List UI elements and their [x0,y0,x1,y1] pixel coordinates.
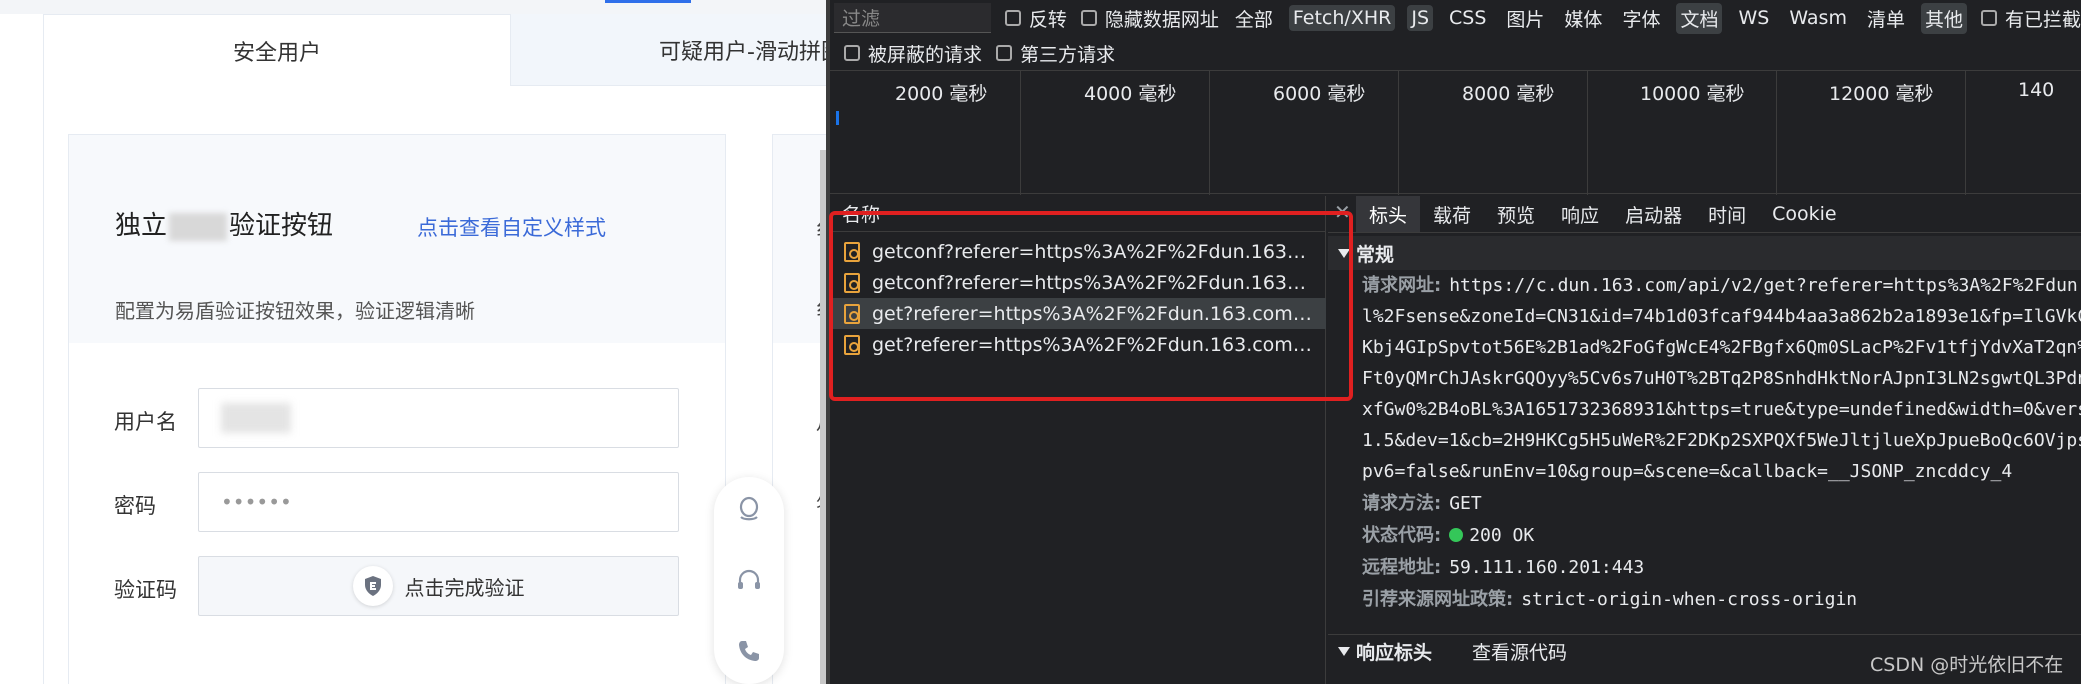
blocked-cookies-checkbox[interactable]: 有已拦截 [1980,5,2081,32]
request-url-line: 1.5&dev=1&cb=2H9HKCg5H5uWeR%2F2DKp2SXPQX… [1362,430,2081,451]
card-title-prefix: 独立 [115,211,168,241]
tab-initiator[interactable]: 启动器 [1612,196,1695,232]
top-strip [0,0,830,14]
filter-all[interactable]: 全部 [1231,3,1277,34]
filter-other[interactable]: 其他 [1920,2,1967,34]
remote-address-row: 远程地址: 59.111.160.201:443 [1362,552,1644,583]
timeline-label: 2000 毫秒 [895,83,988,105]
tab-border [43,86,44,684]
request-url-line: xfGw0%2B4oBL%3A1651732368931&https=true&… [1362,399,2081,420]
card-header: 独立 验证按钮 配置为易盾验证按钮效果，验证逻辑清晰 [69,135,725,343]
timeline-label: 12000 毫秒 [1829,83,1934,105]
password-label: 密码 [114,494,156,518]
captcha-button[interactable]: 点击完成验证 [198,556,679,616]
blocked-requests-checkbox[interactable]: 被屏蔽的请求 [844,40,982,67]
username-input[interactable] [198,388,679,448]
tab-cookies[interactable]: Cookie [1759,196,1850,232]
filter-fetch-xhr[interactable]: Fetch/XHR [1288,5,1396,31]
filter-doc[interactable]: 文档 [1676,2,1723,34]
general-section-header[interactable]: 常规 [1328,236,2081,270]
filter-img[interactable]: 图片 [1502,3,1548,34]
shield-logo-icon [352,566,393,606]
tab-payload[interactable]: 载荷 [1420,196,1484,232]
phone-icon[interactable] [735,637,763,665]
floating-contact-bar [714,477,784,684]
filter-toolbar-2: 被屏蔽的请求 第三方请求 [830,38,2081,68]
timeline-label: 140 [2018,79,2055,101]
custom-style-link[interactable]: 点击查看自定义样式 [417,212,606,242]
status-label: 状态代码: [1362,525,1442,546]
filter-wasm[interactable]: Wasm [1785,5,1851,31]
qq-icon[interactable] [735,495,763,523]
timeline-label: 6000 毫秒 [1273,83,1366,105]
referrer-policy-value: strict-origin-when-cross-origin [1521,589,1858,610]
filter-toolbar: 过滤 反转 隐藏数据网址 全部 Fetch/XHR JS CSS 图片 媒体 字… [830,0,2081,36]
referrer-policy-row: 引荐来源网址政策: strict-origin-when-cross-origin [1362,584,1857,615]
view-source-link[interactable]: 查看源代码 [1472,638,1567,665]
card-title: 独立 验证按钮 [115,205,333,242]
general-section-title: 常规 [1356,243,1395,266]
filter-ws[interactable]: WS [1734,5,1773,31]
detail-tabs: 标头 载荷 预览 响应 启动器 时间 Cookie [1356,196,1850,232]
remote-address-label: 远程地址: [1362,557,1442,578]
timeline-label: 10000 毫秒 [1640,83,1745,105]
request-url-label: 请求网址: [1362,275,1442,296]
tab-response[interactable]: 响应 [1548,196,1612,232]
request-url-line: Ft0yQMrChJAskrGQOyy%5Cv6s7uH0T%2BTq2P8Sn… [1362,368,2081,389]
filter-js[interactable]: JS [1407,5,1434,31]
username-label: 用户名 [114,410,177,434]
status-row: 状态代码: 200 OK [1362,520,1534,551]
tab-headers[interactable]: 标头 [1356,196,1421,232]
filter-font[interactable]: 字体 [1618,3,1664,34]
tab-preview[interactable]: 预览 [1484,196,1548,232]
third-party-checkbox[interactable]: 第三方请求 [996,40,1115,67]
card-description: 配置为易盾验证按钮效果，验证逻辑清晰 [115,299,475,323]
invert-checkbox[interactable]: 反转 [1004,5,1067,32]
card-title-suffix: 验证按钮 [229,211,334,241]
filter-media[interactable]: 媒体 [1560,3,1606,34]
request-url-line: l%2Fsense&zoneId=CN31&id=74b1d03fcaf944b… [1362,306,2081,327]
request-url-row: 请求网址: https://c.dun.163.com/api/v2/get?re… [1362,270,2081,301]
request-method-label: 请求方法: [1362,493,1442,514]
remote-address-value: 59.111.160.201:443 [1449,557,1645,578]
network-timeline[interactable]: 2000 毫秒 4000 毫秒 6000 毫秒 8000 毫秒 10000 毫秒… [830,70,2081,195]
status-value: 200 OK [1469,525,1535,546]
timeline-marker [836,111,839,125]
highlight-annotation-box [829,211,1353,401]
captcha-label: 验证码 [114,578,177,602]
headset-icon[interactable] [735,567,763,595]
csdn-watermark: CSDN @时光依旧不在 [1870,654,2064,676]
webpage-panel: 安全用户 可疑用户-滑动拼图 独立 验证按钮 配置为易盾验证按钮效果，验证逻辑清晰… [0,0,830,684]
top-accent-bar [605,0,691,3]
request-url-line: Kbj4GIpSpvtot56E%2B1ad%2FoGfgWcE4%2FBgfx… [1362,337,2081,358]
tab-safe-user[interactable]: 安全用户 [43,14,511,86]
redacted-username [221,403,291,433]
referrer-policy-label: 引荐来源网址政策: [1362,589,1514,610]
captcha-button-label: 点击完成验证 [404,575,525,600]
collapse-triangle-icon [1338,647,1350,656]
password-input[interactable]: •••••• [198,472,679,532]
tab-suspicious-user[interactable]: 可疑用户-滑动拼图 [511,14,830,86]
filter-input[interactable]: 过滤 [834,3,991,33]
timeline-label: 8000 毫秒 [1462,83,1555,105]
request-detail: ✕ 标头 载荷 预览 响应 启动器 时间 Cookie 常规 请求网址: http… [1328,196,2081,684]
request-url-value: https://c.dun.163.com/api/v2/get?referer… [1449,275,2081,296]
request-url-line: pv6=false&runEnv=10&group=&scene=&callba… [1362,461,2013,482]
tab-timing[interactable]: 时间 [1695,196,1759,232]
request-method-value: GET [1449,493,1482,514]
filter-css[interactable]: CSS [1445,5,1490,31]
status-ok-icon [1449,528,1464,542]
filter-manifest[interactable]: 清单 [1863,3,1909,34]
timeline-label: 4000 毫秒 [1084,83,1177,105]
response-headers-title: 响应标头 [1356,642,1433,664]
hide-data-urls-checkbox[interactable]: 隐藏数据网址 [1080,5,1219,32]
request-method-row: 请求方法: GET [1362,488,1482,519]
redacted-text [169,212,228,241]
